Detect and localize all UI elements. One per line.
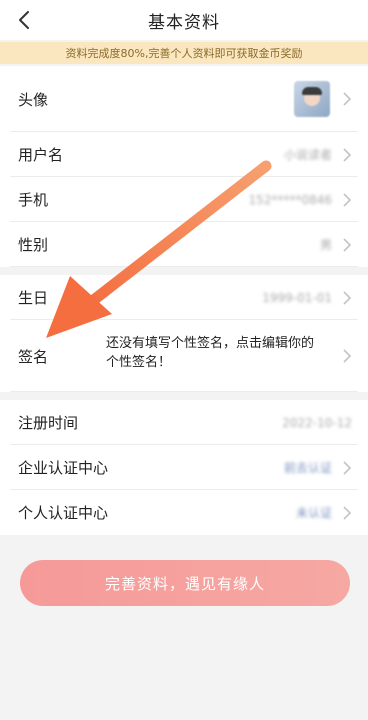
row-phone[interactable]: 手机 152*****0846 xyxy=(0,177,368,222)
row-label: 性别 xyxy=(18,236,49,254)
avatar xyxy=(294,81,330,117)
personal-cert-status: 未认证 xyxy=(295,506,332,520)
phone-value: 152*****0846 xyxy=(248,192,332,207)
screen: 基本资料 资料完成度80%,完善个人资料即可获取金币奖励 头像 用户名 小说读者… xyxy=(0,0,368,720)
chevron-right-icon xyxy=(343,460,352,475)
profile-list: 头像 用户名 小说读者 手机 152*****0846 性别 男 生日 1999… xyxy=(0,66,368,535)
row-personal-cert[interactable]: 个人认证中心 未认证 xyxy=(0,490,368,535)
chevron-right-icon xyxy=(343,349,352,363)
row-enterprise-cert[interactable]: 企业认证中心 前去认证 xyxy=(0,445,368,490)
signature-hint: 还没有填写个性签名，点击编辑你的个性签名！ xyxy=(106,336,315,370)
chevron-left-icon xyxy=(19,11,29,29)
row-signature[interactable]: 签名 还没有填写个性签名，点击编辑你的个性签名！ xyxy=(0,320,368,392)
row-label: 签名 xyxy=(18,347,49,366)
chevron-right-icon xyxy=(343,192,352,207)
username-value: 小说读者 xyxy=(283,148,332,162)
chevron-right-icon xyxy=(343,92,352,106)
page-title: 基本资料 xyxy=(148,12,220,33)
enterprise-cert-status: 前去认证 xyxy=(283,461,332,475)
chevron-right-icon xyxy=(343,147,352,162)
complete-profile-button[interactable]: 完善资料，遇见有缘人 xyxy=(20,560,350,606)
gender-value: 男 xyxy=(319,238,332,252)
row-label: 企业认证中心 xyxy=(18,459,109,477)
chevron-right-icon xyxy=(343,290,352,305)
row-label: 生日 xyxy=(18,289,49,307)
row-birthday[interactable]: 生日 1999-01-01 xyxy=(0,275,368,320)
row-gender[interactable]: 性别 男 xyxy=(0,222,368,267)
row-label: 个人认证中心 xyxy=(18,504,109,522)
profile-completion-banner: 资料完成度80%,完善个人资料即可获取金币奖励 xyxy=(0,42,368,64)
row-label: 头像 xyxy=(18,90,49,109)
back-button[interactable] xyxy=(8,4,40,36)
chevron-right-icon xyxy=(343,237,352,252)
row-label: 用户名 xyxy=(18,146,64,164)
row-avatar[interactable]: 头像 xyxy=(0,66,368,132)
header-bar: 基本资料 xyxy=(0,0,368,40)
row-label: 注册时间 xyxy=(18,414,79,432)
chevron-right-icon xyxy=(343,505,352,520)
row-username[interactable]: 用户名 小说读者 xyxy=(0,132,368,177)
register-time-value: 2022-10-12 xyxy=(282,415,352,430)
row-register-time: 注册时间 2022-10-12 xyxy=(0,400,368,445)
birthday-value: 1999-01-01 xyxy=(262,290,332,305)
row-label: 手机 xyxy=(18,191,49,209)
